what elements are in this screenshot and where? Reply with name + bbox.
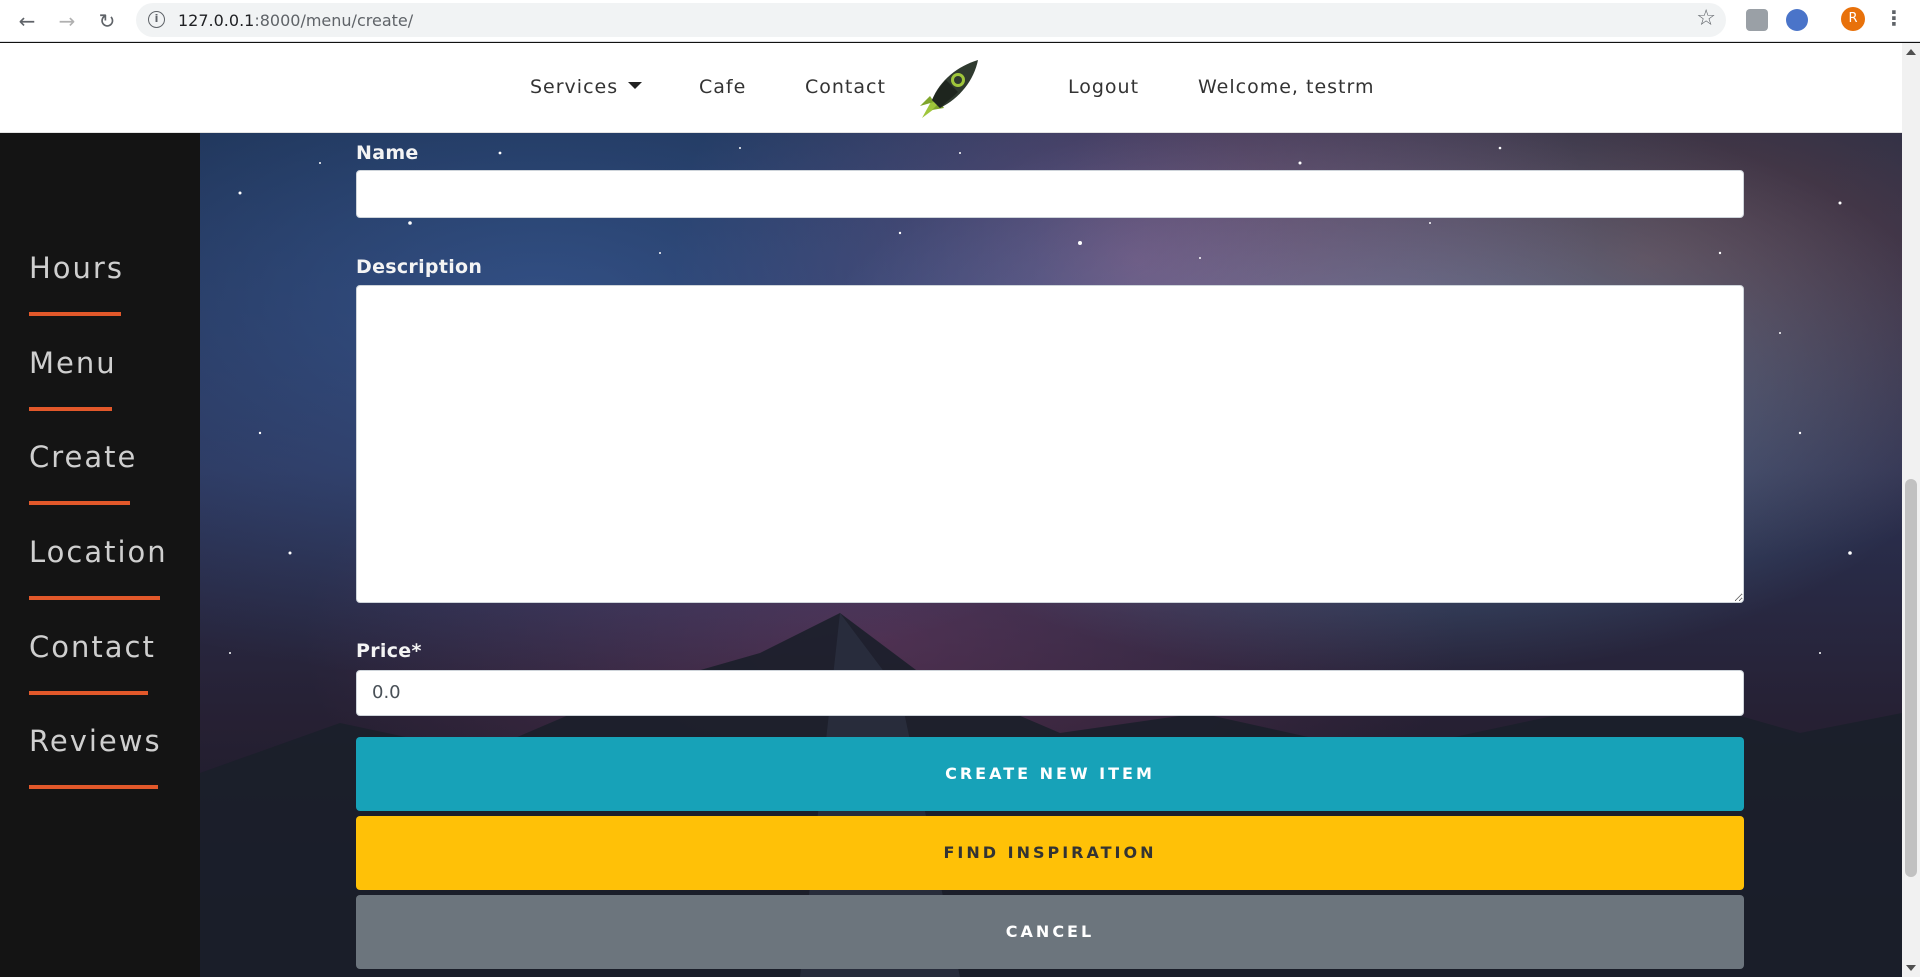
sidebar-underline: [29, 691, 148, 695]
sidebar-underline: [29, 501, 130, 505]
scroll-down-icon[interactable]: [1906, 965, 1916, 971]
sidebar-item-location[interactable]: Location: [29, 535, 168, 569]
url-path: :8000/menu/create/: [254, 11, 414, 30]
cancel-button[interactable]: CANCEL: [356, 895, 1744, 969]
name-label: Name: [356, 142, 419, 164]
sidebar-item-hours[interactable]: Hours: [29, 251, 124, 285]
sidebar-underline: [29, 407, 112, 411]
scroll-up-icon[interactable]: [1906, 49, 1916, 55]
caret-down-icon: [628, 82, 643, 89]
nav-welcome: Welcome, testrm: [1198, 76, 1375, 98]
extension-globe-icon[interactable]: [1786, 9, 1808, 31]
description-textarea[interactable]: [356, 285, 1744, 603]
back-arrow-icon[interactable]: ←: [12, 6, 42, 36]
sidebar-item-reviews[interactable]: Reviews: [29, 724, 162, 758]
profile-avatar[interactable]: R: [1841, 7, 1865, 31]
nav-services-dropdown[interactable]: Services: [530, 76, 643, 98]
nav-contact[interactable]: Contact: [805, 76, 886, 98]
sidebar-underline: [29, 785, 158, 789]
url-text[interactable]: 127.0.0.1:8000/menu/create/: [178, 11, 413, 30]
sidebar: Hours Menu Create Location Contact Revie…: [0, 133, 200, 977]
browser-menu-icon[interactable]: ⋮: [1884, 6, 1904, 30]
site-info-icon[interactable]: i: [148, 11, 165, 28]
sidebar-underline: [29, 596, 160, 600]
main-content: Name Description Price* 0.0 CREATE NEW I…: [200, 133, 1902, 977]
page-scrollbar[interactable]: [1902, 43, 1920, 977]
sidebar-item-menu[interactable]: Menu: [29, 346, 117, 380]
find-inspiration-button[interactable]: FIND INSPIRATION: [356, 816, 1744, 890]
nav-services-label: Services: [530, 76, 619, 98]
price-label: Price*: [356, 640, 422, 662]
reload-icon[interactable]: ↻: [92, 6, 122, 36]
nav-logout[interactable]: Logout: [1068, 76, 1139, 98]
sidebar-item-create[interactable]: Create: [29, 440, 137, 474]
forward-arrow-icon[interactable]: →: [52, 6, 82, 36]
description-label: Description: [356, 256, 483, 278]
nav-cafe[interactable]: Cafe: [699, 76, 746, 98]
price-input[interactable]: 0.0: [356, 670, 1744, 716]
address-bar[interactable]: i 127.0.0.1:8000/menu/create/ ☆: [136, 3, 1726, 37]
browser-toolbar: ← → ↻ i 127.0.0.1:8000/menu/create/ ☆ R …: [0, 0, 1920, 42]
extension-icon[interactable]: [1746, 9, 1768, 31]
sidebar-item-contact[interactable]: Contact: [29, 630, 156, 664]
bookmark-star-icon[interactable]: ☆: [1696, 6, 1716, 31]
rocket-logo-icon[interactable]: [918, 58, 980, 122]
url-host: 127.0.0.1: [178, 11, 255, 30]
sidebar-underline: [29, 312, 121, 316]
scroll-thumb[interactable]: [1905, 479, 1917, 877]
name-input[interactable]: [356, 170, 1744, 218]
create-new-item-button[interactable]: CREATE NEW ITEM: [356, 737, 1744, 811]
